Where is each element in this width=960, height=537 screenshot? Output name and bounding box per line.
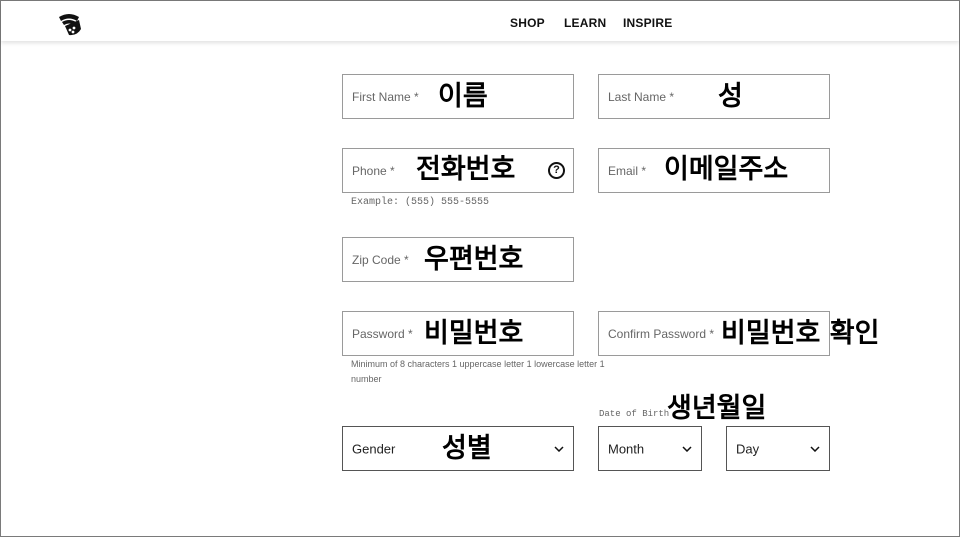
brand-logo-icon[interactable] <box>55 11 83 37</box>
email-label: Email * <box>608 163 647 178</box>
phone-annotation: 전화번호 <box>416 154 516 185</box>
nav-inspire[interactable]: INSPIRE <box>623 16 672 30</box>
site-header: SHOP LEARN INSPIRE <box>1 1 959 41</box>
last-name-field[interactable]: Last Name * <box>598 74 830 119</box>
password-annotation: 비밀번호 <box>424 318 524 349</box>
first-name-label: First Name * <box>352 89 419 104</box>
date-of-birth-label: Date of Birth <box>599 409 670 419</box>
last-name-annotation: 성 <box>718 81 743 112</box>
confirm-password-label: Confirm Password * <box>608 326 715 341</box>
month-select[interactable]: Month <box>598 426 702 471</box>
gender-label: Gender <box>352 441 396 456</box>
date-of-birth-annotation: 생년월일 <box>667 393 767 424</box>
nav-learn[interactable]: LEARN <box>564 16 606 30</box>
month-label: Month <box>608 441 645 456</box>
gender-annotation: 성별 <box>442 433 492 464</box>
password-label: Password * <box>352 326 413 341</box>
chevron-down-icon <box>554 445 564 452</box>
zip-code-label: Zip Code * <box>352 252 409 267</box>
phone-label: Phone * <box>352 163 395 178</box>
chevron-down-icon <box>682 445 692 452</box>
last-name-label: Last Name * <box>608 89 675 104</box>
email-annotation: 이메일주소 <box>664 154 789 185</box>
password-hint-line2: number <box>351 374 382 384</box>
nav-shop[interactable]: SHOP <box>510 16 545 30</box>
first-name-annotation: 이름 <box>438 81 488 112</box>
chevron-down-icon <box>810 445 820 452</box>
day-select[interactable]: Day <box>726 426 830 471</box>
phone-example-hint: Example: (555) 555-5555 <box>351 197 490 208</box>
password-hint-line1: Minimum of 8 characters 1 uppercase lett… <box>351 359 605 369</box>
question-circle-icon[interactable]: ? <box>548 162 565 179</box>
zip-code-annotation: 우편번호 <box>424 244 524 275</box>
day-label: Day <box>736 441 760 456</box>
confirm-password-annotation: 비밀번호 확인 <box>721 318 880 349</box>
